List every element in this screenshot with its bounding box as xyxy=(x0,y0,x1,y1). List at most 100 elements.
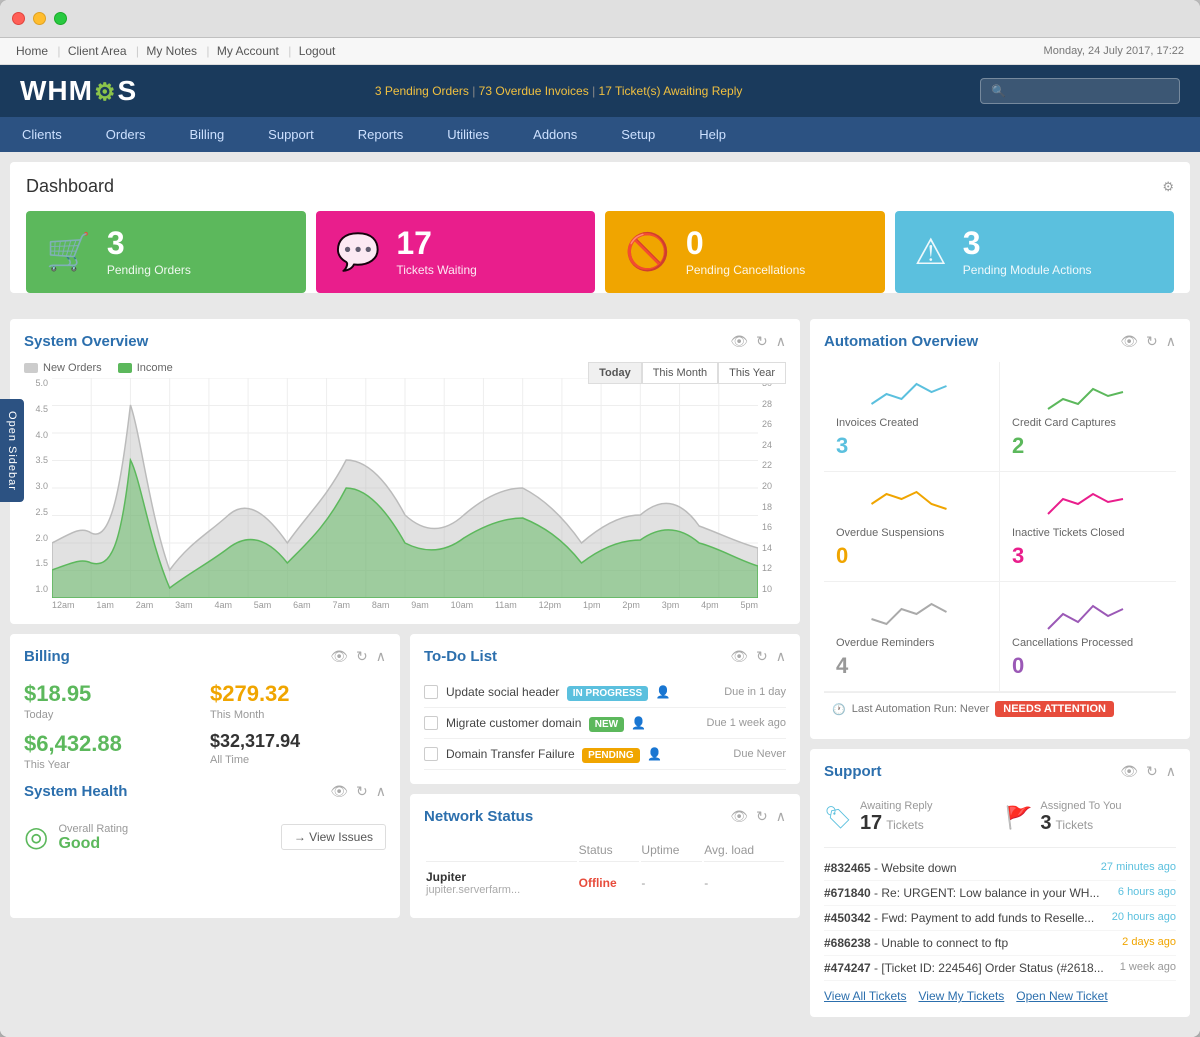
todo-collapse-icon[interactable]: ∧ xyxy=(776,648,786,665)
support-eye-icon[interactable]: 👁 xyxy=(1120,763,1138,780)
auto-cancellations: Cancellations Processed 0 xyxy=(1000,582,1176,692)
ticket-link-1[interactable]: #832465 - Website down xyxy=(824,861,957,875)
server-uptime: - xyxy=(641,864,702,902)
logo: WHM⚙S xyxy=(20,75,137,107)
nav-home[interactable]: Home xyxy=(16,44,48,58)
support-section: Support 👁 ↻ ∧ 🏷 Awaiting Reply xyxy=(810,749,1190,1017)
open-new-ticket-link[interactable]: Open New Ticket xyxy=(1016,989,1107,1003)
nav-logout[interactable]: Logout xyxy=(299,44,336,58)
content-area: Dashboard ⚙ 🛒 3 Pending Orders 💬 17 Tick xyxy=(0,152,1200,1037)
support-assigned: 🚩 Assigned To You 3 Tickets xyxy=(1005,800,1176,835)
pending-orders-alert[interactable]: 3 Pending Orders xyxy=(375,84,469,98)
stat-card-modules[interactable]: ⚠ 3 Pending Module Actions xyxy=(895,211,1175,293)
tickets-awaiting-alert[interactable]: 17 Ticket(s) Awaiting Reply xyxy=(599,84,743,98)
ticket-item: #686238 - Unable to connect to ftp 2 day… xyxy=(824,931,1176,956)
billing-month: $279.32 This Month xyxy=(210,681,386,721)
chart-svg xyxy=(52,378,758,598)
warning-icon: ⚠ xyxy=(915,231,947,273)
awaiting-count: 17 xyxy=(860,812,882,835)
support-refresh-icon[interactable]: ↻ xyxy=(1146,763,1158,780)
chart-area: Today This Month This Year New Orders xyxy=(24,362,786,610)
view-issues-button[interactable]: → View Issues xyxy=(281,824,386,850)
nav-help[interactable]: Help xyxy=(677,117,748,152)
chart-svg-container: 12am1am2am3am4am5am6am7am8am9am10am11am1… xyxy=(52,378,758,610)
health-eye-icon[interactable]: 👁 xyxy=(330,783,348,800)
nav-utilities[interactable]: Utilities xyxy=(425,117,511,152)
nav-reports[interactable]: Reports xyxy=(336,117,426,152)
network-refresh-icon[interactable]: ↻ xyxy=(756,808,768,825)
nav-setup[interactable]: Setup xyxy=(599,117,677,152)
nav-clients[interactable]: Clients xyxy=(0,117,84,152)
nav-my-account[interactable]: My Account xyxy=(217,44,279,58)
sparkline-invoices xyxy=(836,374,987,414)
stat-card-tickets[interactable]: 💬 17 Tickets Waiting xyxy=(316,211,596,293)
chart-controls: Today This Month This Year xyxy=(588,362,786,384)
collapse-icon[interactable]: ∧ xyxy=(776,333,786,350)
todo-network-column: To-Do List 👁 ↻ ∧ xyxy=(410,634,800,928)
todo-eye-icon[interactable]: 👁 xyxy=(730,648,748,665)
view-my-tickets-link[interactable]: View My Tickets xyxy=(918,989,1004,1003)
close-btn[interactable] xyxy=(12,12,25,25)
tickets-count: 17 xyxy=(396,227,476,259)
overdue-invoices-alert[interactable]: 73 Overdue Invoices xyxy=(479,84,589,98)
billing-year: $6,432.88 This Year xyxy=(24,731,200,771)
todo-item: Update social header IN PROGRESS 👤 Due i… xyxy=(424,677,786,708)
nav-orders[interactable]: Orders xyxy=(84,117,168,152)
automation-section: Automation Overview 👁 ↻ ∧ xyxy=(810,319,1190,739)
billing-collapse-icon[interactable]: ∧ xyxy=(376,648,386,665)
network-collapse-icon[interactable]: ∧ xyxy=(776,808,786,825)
dashboard-settings-icon[interactable]: ⚙ xyxy=(1162,179,1174,195)
support-collapse-icon[interactable]: ∧ xyxy=(1166,763,1176,780)
system-overview-title: System Overview xyxy=(24,333,148,350)
support-footer: View All Tickets View My Tickets Open Ne… xyxy=(824,981,1176,1003)
chart-btn-month[interactable]: This Month xyxy=(642,362,718,384)
topbar-links: Home | Client Area | My Notes | My Accou… xyxy=(16,44,339,58)
eye-icon[interactable]: 👁 xyxy=(730,333,748,350)
todo-checkbox-3[interactable] xyxy=(424,747,438,761)
automation-eye-icon[interactable]: 👁 xyxy=(1120,333,1138,350)
billing-eye-icon[interactable]: 👁 xyxy=(330,648,348,665)
health-refresh-icon[interactable]: ↻ xyxy=(356,783,368,800)
minimize-btn[interactable] xyxy=(33,12,46,25)
billing-month-val: $279.32 xyxy=(210,681,386,707)
ticket-link-2[interactable]: #671840 - Re: URGENT: Low balance in you… xyxy=(824,886,1099,900)
server-status: Offline xyxy=(579,864,640,902)
support-header: Support 👁 ↻ ∧ xyxy=(824,763,1176,780)
view-all-tickets-link[interactable]: View All Tickets xyxy=(824,989,906,1003)
search-input[interactable] xyxy=(980,78,1180,104)
cancellations-label: Pending Cancellations xyxy=(686,263,805,277)
nav-client-area[interactable]: Client Area xyxy=(68,44,127,58)
refresh-icon[interactable]: ↻ xyxy=(756,333,768,350)
chart-btn-today[interactable]: Today xyxy=(588,362,642,384)
todo-item: Migrate customer domain NEW 👤 Due 1 week… xyxy=(424,708,786,739)
automation-collapse-icon[interactable]: ∧ xyxy=(1166,333,1176,350)
system-overview-header: System Overview 👁 ↻ ∧ xyxy=(24,333,786,350)
system-health-header: System Health 👁 ↻ ∧ xyxy=(24,783,386,800)
nav-my-notes[interactable]: My Notes xyxy=(146,44,197,58)
bottom-grid: Billing 👁 ↻ ∧ $18.95 Today xyxy=(10,634,800,928)
nav-support[interactable]: Support xyxy=(246,117,336,152)
chart-btn-year[interactable]: This Year xyxy=(718,362,786,384)
network-header: Network Status 👁 ↻ ∧ xyxy=(424,808,786,825)
nav-addons[interactable]: Addons xyxy=(511,117,599,152)
network-eye-icon[interactable]: 👁 xyxy=(730,808,748,825)
open-sidebar-tab[interactable]: Open Sidebar xyxy=(0,399,24,503)
ticket-link-5[interactable]: #474247 - [Ticket ID: 224546] Order Stat… xyxy=(824,961,1104,975)
nav-billing[interactable]: Billing xyxy=(167,117,246,152)
todo-checkbox-2[interactable] xyxy=(424,716,438,730)
automation-refresh-icon[interactable]: ↻ xyxy=(1146,333,1158,350)
stat-card-orders[interactable]: 🛒 3 Pending Orders xyxy=(26,211,306,293)
col-uptime: Uptime xyxy=(641,839,702,862)
maximize-btn[interactable] xyxy=(54,12,67,25)
todo-checkbox-1[interactable] xyxy=(424,685,438,699)
support-awaiting: 🏷 Awaiting Reply 17 Tickets xyxy=(824,800,995,835)
clock-icon: 🕐 xyxy=(832,703,846,716)
billing-refresh-icon[interactable]: ↻ xyxy=(356,648,368,665)
stat-card-cancellations[interactable]: 🚫 0 Pending Cancellations xyxy=(605,211,885,293)
health-collapse-icon[interactable]: ∧ xyxy=(376,783,386,800)
ticket-link-3[interactable]: #450342 - Fwd: Payment to add funds to R… xyxy=(824,911,1094,925)
todo-refresh-icon[interactable]: ↻ xyxy=(756,648,768,665)
automation-title: Automation Overview xyxy=(824,333,978,350)
todo-title: To-Do List xyxy=(424,648,497,665)
ticket-link-4[interactable]: #686238 - Unable to connect to ftp xyxy=(824,936,1008,950)
